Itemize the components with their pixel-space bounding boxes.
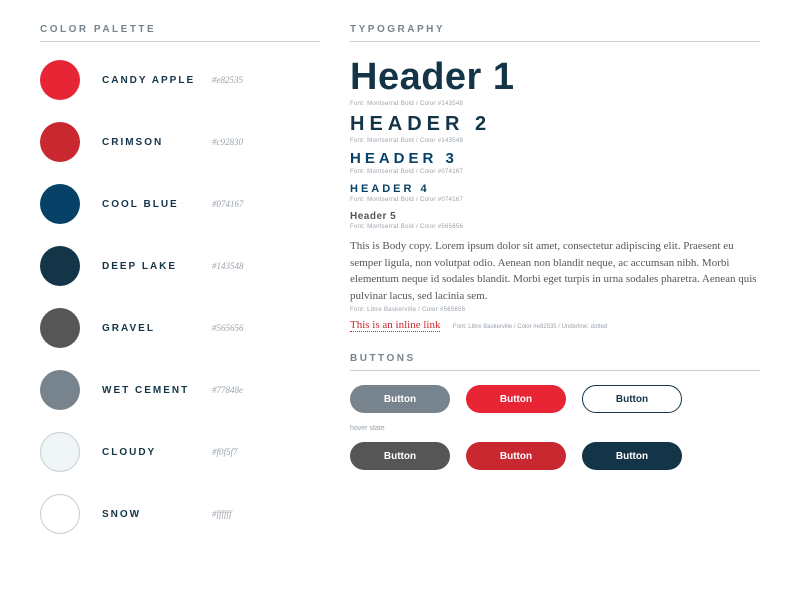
right-column: TYPOGRAPHY Header 1 Font: Montserrat Bol… [340, 24, 760, 580]
swatch-name: GRAVEL [102, 323, 212, 334]
button-outline[interactable]: Button [582, 385, 682, 413]
swatch-circle [40, 122, 80, 162]
swatch-name: CANDY APPLE [102, 75, 212, 86]
header-4: HEADER 4 [350, 183, 760, 195]
swatch-circle [40, 246, 80, 286]
swatch-hex: #f0f5f7 [212, 447, 238, 457]
swatch-circle [40, 370, 80, 410]
typography-title: TYPOGRAPHY [350, 24, 760, 42]
header-5: Header 5 [350, 211, 760, 222]
header-4-meta: Font: Montserrat Bold / Color #074167 [350, 197, 760, 203]
swatch-row: CLOUDY#f0f5f7 [40, 432, 320, 472]
swatch-row: WET CEMENT#77848e [40, 370, 320, 410]
button-outline-hover[interactable]: Button [582, 442, 682, 470]
header-2: HEADER 2 [350, 113, 760, 136]
swatch-hex: #143548 [212, 261, 244, 271]
header-5-meta: Font: Montserrat Bold / Color #565656 [350, 224, 760, 230]
swatch-circle [40, 432, 80, 472]
swatch-circle [40, 308, 80, 348]
buttons-title: BUTTONS [350, 353, 760, 371]
swatch-hex: #e82535 [212, 75, 243, 85]
inline-link-row: This is an inline link Font: Libre Baske… [350, 313, 760, 335]
swatch-hex: #074167 [212, 199, 244, 209]
button-row-default: Button Button Button [350, 385, 760, 413]
swatch-list: CANDY APPLE#e82535 CRIMSON#c92830 COOL BLU… [40, 60, 320, 534]
swatch-name: WET CEMENT [102, 385, 212, 396]
color-palette-section: COLOR PALETTE CANDY APPLE#e82535CRIMSON#… [40, 24, 340, 580]
swatch-row: COOL BLUE#074167 [40, 184, 320, 224]
button-red-hover[interactable]: Button [466, 442, 566, 470]
palette-title: COLOR PALETTE [40, 24, 320, 42]
body-copy: This is Body copy. Lorem ipsum dolor sit… [350, 238, 760, 304]
swatch-name: DEEP LAKE [102, 261, 212, 272]
swatch-hex: #c92830 [212, 137, 243, 147]
header-1: Header 1 [350, 56, 760, 99]
swatch-name: COOL BLUE [102, 199, 212, 210]
swatch-circle [40, 60, 80, 100]
button-gray-hover[interactable]: Button [350, 442, 450, 470]
swatch-row: GRAVEL#565656 [40, 308, 320, 348]
header-1-meta: Font: Montserrat Bold / Color #143548 [350, 101, 760, 107]
swatch-row: DEEP LAKE#143548 [40, 246, 320, 286]
buttons-section: BUTTONS Button Button Button hover state… [350, 353, 760, 470]
swatch-hex: #77848e [212, 385, 243, 395]
button-row-hover: Button Button Button [350, 442, 760, 470]
hover-state-label: hover state [350, 425, 760, 432]
swatch-hex: #565656 [212, 323, 244, 333]
button-gray[interactable]: Button [350, 385, 450, 413]
swatch-circle [40, 494, 80, 534]
inline-link-meta: Font: Libre Baskerville / Color #e82535 … [453, 324, 607, 330]
header-3: HEADER 3 [350, 150, 760, 167]
swatch-row: SNOW#ffffff [40, 494, 320, 534]
inline-link[interactable]: This is an inline link [350, 319, 440, 332]
swatch-circle [40, 184, 80, 224]
swatch-hex: #ffffff [212, 509, 232, 519]
swatch-name: SNOW [102, 509, 212, 520]
swatch-row: CANDY APPLE#e82535 [40, 60, 320, 100]
button-red[interactable]: Button [466, 385, 566, 413]
swatch-name: CRIMSON [102, 137, 212, 148]
header-3-meta: Font: Montserrat Bold / Color #074167 [350, 169, 760, 175]
header-2-meta: Font: Montserrat Bold / Color #143548 [350, 138, 760, 144]
swatch-row: CRIMSON#c92830 [40, 122, 320, 162]
swatch-name: CLOUDY [102, 447, 212, 458]
